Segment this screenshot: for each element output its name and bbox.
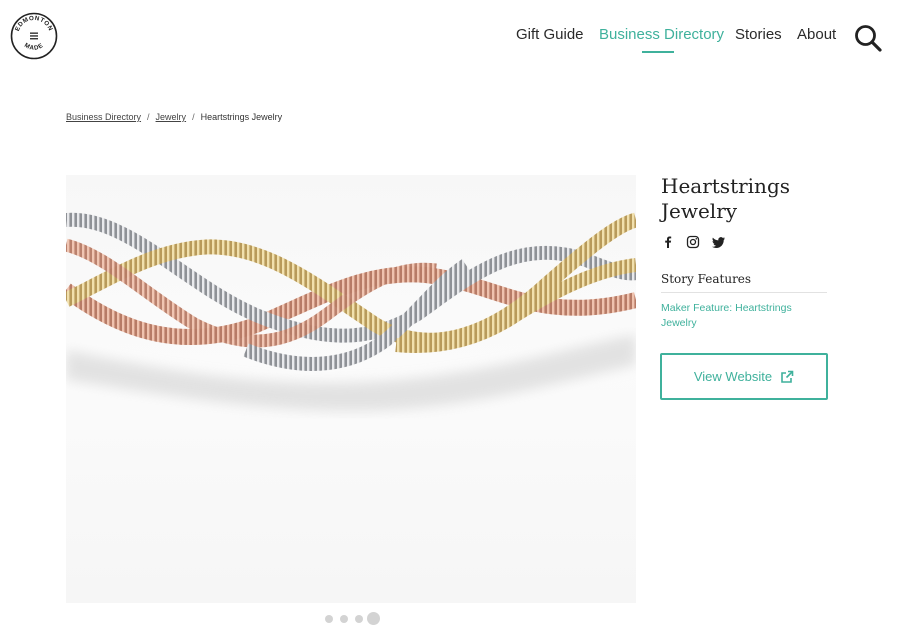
external-link-icon <box>781 370 794 383</box>
search-button[interactable] <box>853 23 883 53</box>
view-website-label: View Website <box>693 369 773 384</box>
nav-gift-guide[interactable]: Gift Guide <box>516 26 584 43</box>
breadcrumb-separator: / <box>192 112 195 122</box>
svg-text:MADE: MADE <box>23 42 45 52</box>
divider <box>661 292 827 293</box>
carousel-dot[interactable] <box>355 615 363 623</box>
carousel-dot-active[interactable] <box>367 612 380 625</box>
facebook-icon <box>665 236 672 248</box>
site-logo[interactable]: EDMONTON MADE <box>10 12 58 60</box>
view-website-button[interactable]: View Website <box>660 353 828 400</box>
search-icon <box>855 25 882 52</box>
active-nav-indicator <box>642 51 674 53</box>
breadcrumb-current: Heartstrings Jewelry <box>200 112 283 122</box>
breadcrumb-jewelry[interactable]: Jewelry <box>156 112 187 122</box>
breadcrumb: Business Directory / Jewelry / Heartstrings … <box>66 112 282 122</box>
breadcrumb-separator: / <box>147 112 150 122</box>
twitter-link[interactable] <box>712 235 726 249</box>
breadcrumb-business-directory[interactable]: Business Directory <box>66 112 141 122</box>
carousel-dot[interactable] <box>325 615 333 623</box>
nav-business-directory[interactable]: Business Directory <box>599 26 724 43</box>
hero-image <box>66 175 636 603</box>
carousel-dot[interactable] <box>340 615 348 623</box>
instagram-link[interactable] <box>686 235 700 249</box>
logo-text-bottom: MADE <box>23 42 44 52</box>
twitter-icon <box>712 237 725 248</box>
nav-stories[interactable]: Stories <box>735 26 782 43</box>
instagram-icon <box>686 235 700 249</box>
braided-bracelet-photo <box>66 212 636 411</box>
facebook-link[interactable] <box>661 235 675 249</box>
logo-badge-icon: EDMONTON MADE <box>10 12 58 60</box>
business-title: Heartstrings Jewelry <box>661 174 791 223</box>
story-features-heading: Story Features <box>661 272 752 286</box>
nav-about[interactable]: About <box>797 26 836 43</box>
story-link[interactable]: Maker Feature: Heartstrings Jewelry <box>661 301 821 331</box>
